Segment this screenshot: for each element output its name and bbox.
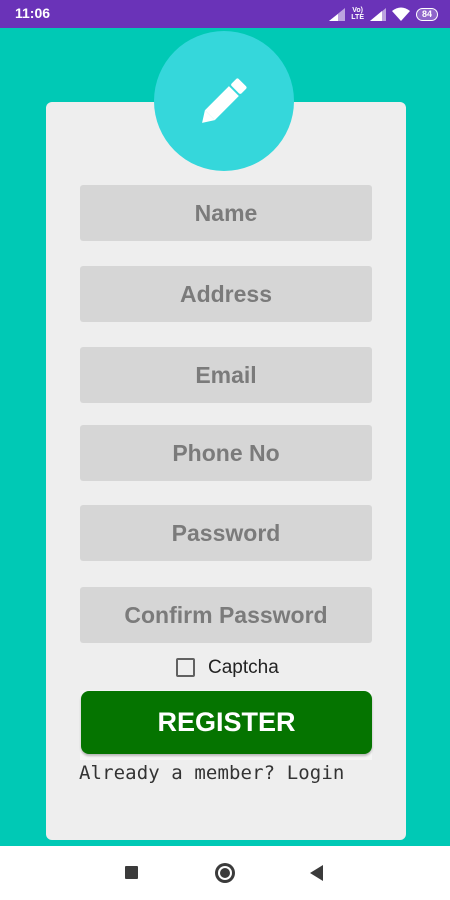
address-placeholder: Address xyxy=(179,280,273,307)
phone-placeholder: Phone No xyxy=(172,439,280,466)
phone-field[interactable]: Phone No xyxy=(80,425,372,481)
address-field[interactable]: Address xyxy=(80,266,372,322)
status-bar: 11:06 Vo) LTE 84 xyxy=(0,0,450,28)
captcha-label: Captcha xyxy=(208,656,279,678)
status-time: 11:06 xyxy=(15,5,51,21)
home-dot xyxy=(220,868,230,878)
register-button-container: REGISTER xyxy=(80,690,372,760)
confirm-password-placeholder: Confirm Password xyxy=(124,601,328,628)
password-placeholder: Password xyxy=(171,519,281,546)
home-circle-icon[interactable] xyxy=(215,863,235,883)
volte-bottom-text: LTE xyxy=(351,14,364,21)
captcha-checkbox[interactable] xyxy=(176,658,195,677)
name-field[interactable]: Name xyxy=(80,185,372,241)
volte-icon: Vo) LTE xyxy=(351,7,364,21)
recents-square-icon[interactable] xyxy=(125,866,138,879)
avatar xyxy=(154,31,294,171)
battery-icon: 84 xyxy=(415,7,438,21)
confirm-password-field[interactable]: Confirm Password xyxy=(80,587,372,643)
signal-icon xyxy=(369,7,386,21)
back-triangle-icon[interactable] xyxy=(310,865,323,881)
wifi-icon xyxy=(391,7,410,21)
pencil-icon xyxy=(202,78,247,123)
volte-top-text: Vo) xyxy=(352,7,364,14)
signal-icon xyxy=(329,7,346,21)
captcha-row: Captcha xyxy=(176,655,279,680)
email-placeholder: Email xyxy=(195,361,257,388)
register-button[interactable]: REGISTER xyxy=(81,691,372,754)
login-link[interactable]: Already a member? Login xyxy=(79,762,375,784)
password-field[interactable]: Password xyxy=(80,505,372,561)
navigation-bar xyxy=(0,846,450,900)
name-placeholder: Name xyxy=(194,199,258,226)
register-button-label: REGISTER xyxy=(157,707,296,737)
status-icons: Vo) LTE 84 xyxy=(329,5,438,23)
email-field[interactable]: Email xyxy=(80,347,372,403)
